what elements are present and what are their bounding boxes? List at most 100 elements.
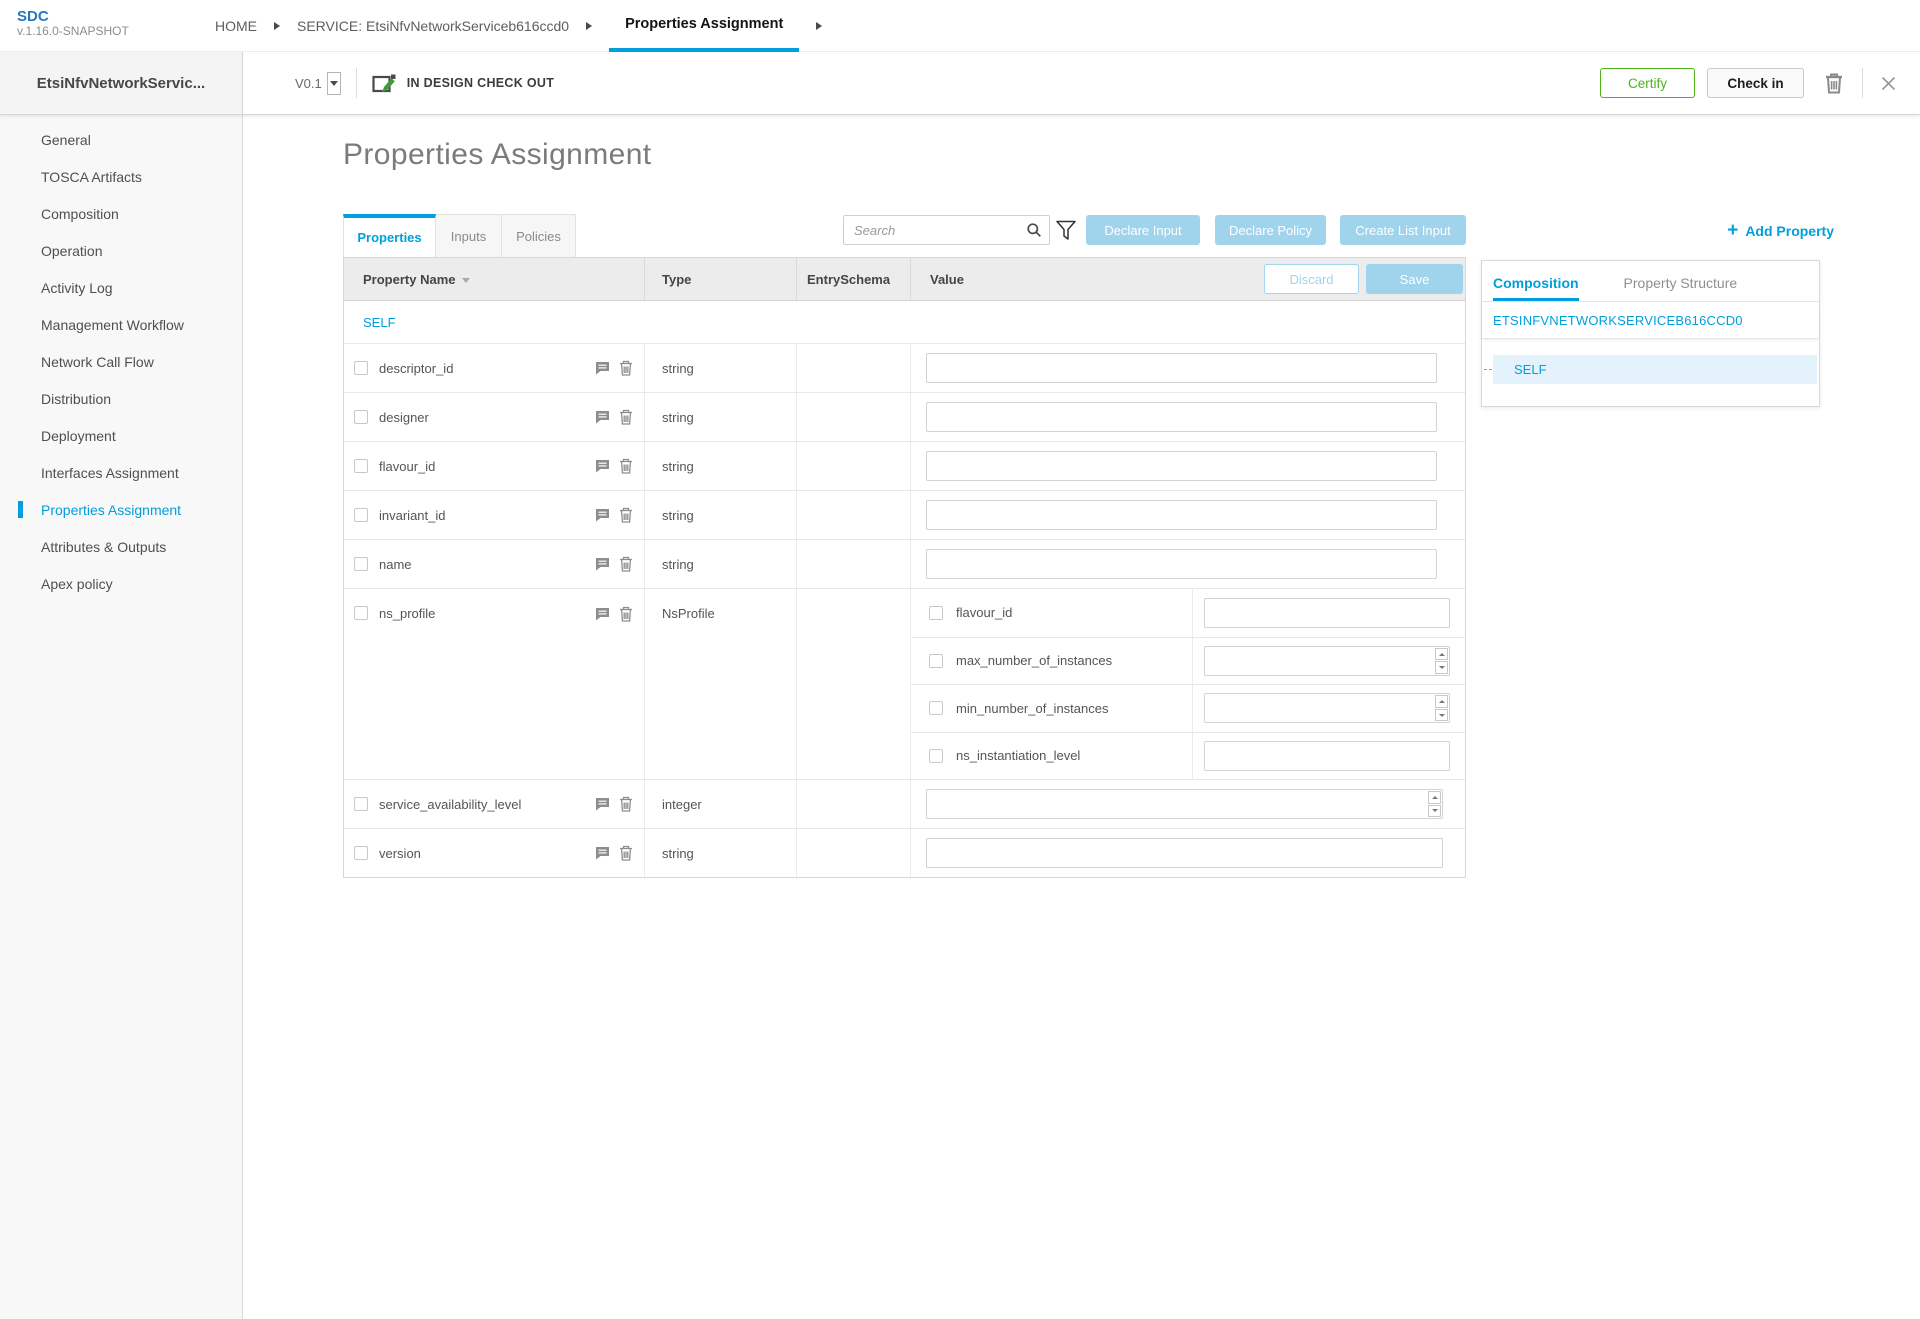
comment-icon[interactable] [595,508,610,522]
sidebar-item-attributes-outputs[interactable]: Attributes & Outputs [0,528,242,565]
property-type: integer [645,780,797,828]
comment-icon[interactable] [595,410,610,424]
discard-button[interactable]: Discard [1264,264,1359,294]
certify-button[interactable]: Certify [1600,68,1695,98]
search-icon[interactable] [1026,222,1042,243]
sidebar-item-apex-policy[interactable]: Apex policy [0,565,242,602]
delete-service-icon[interactable] [1824,72,1844,94]
check-in-button[interactable]: Check in [1707,68,1804,98]
add-property-button[interactable]: + Add Property [1727,221,1834,240]
sidebar-item-deployment[interactable]: Deployment [0,417,242,454]
row-checkbox[interactable] [354,606,368,620]
delete-property-icon[interactable] [619,606,633,622]
sidebar-item-general[interactable]: General [0,121,242,158]
close-icon[interactable] [1881,76,1896,91]
sidebar-item-distribution[interactable]: Distribution [0,380,242,417]
sidebar-item-activity-log[interactable]: Activity Log [0,269,242,306]
sidebar-item-label: Activity Log [41,280,113,296]
tab-property-structure[interactable]: Property Structure [1624,275,1738,301]
app-version: v.1.16.0-SNAPSHOT [17,25,129,39]
self-group-row[interactable]: SELF [344,301,1465,344]
value-input[interactable] [1204,741,1450,771]
value-input[interactable] [926,549,1437,579]
declare-policy-button[interactable]: Declare Policy [1215,215,1326,245]
declare-input-button[interactable]: Declare Input [1086,215,1200,245]
value-number-input[interactable] [1204,693,1450,723]
save-button[interactable]: Save [1366,264,1463,294]
delete-property-icon[interactable] [619,360,633,376]
row-checkbox[interactable] [354,797,368,811]
delete-property-icon[interactable] [619,458,633,474]
entry-schema-cell [797,442,911,490]
row-checkbox[interactable] [354,557,368,571]
breadcrumb-service[interactable]: SERVICE: EtsiNfvNetworkServiceb616ccd0 [297,0,569,52]
sidebar-item-properties-assignment[interactable]: Properties Assignment [0,491,242,528]
delete-property-icon[interactable] [619,796,633,812]
comment-icon[interactable] [595,846,610,860]
tab-composition[interactable]: Composition [1493,275,1579,301]
property-row: service_availability_level integer [344,780,1465,829]
breadcrumb-properties-assignment[interactable]: Properties Assignment [609,0,799,52]
delete-property-icon[interactable] [619,409,633,425]
comment-icon[interactable] [595,557,610,571]
row-checkbox[interactable] [354,410,368,424]
value-number-input[interactable] [1204,646,1450,676]
comment-icon[interactable] [595,797,610,811]
sidebar-item-composition[interactable]: Composition [0,195,242,232]
sidebar-item-label: Attributes & Outputs [41,539,166,555]
value-input[interactable] [926,353,1437,383]
breadcrumb-home[interactable]: HOME [215,0,257,52]
comment-icon[interactable] [595,607,610,621]
value-input[interactable] [926,451,1437,481]
row-checkbox[interactable] [354,846,368,860]
row-checkbox[interactable] [929,654,943,668]
property-row: name string [344,540,1465,589]
tree-item-self[interactable]: SELF [1493,355,1817,384]
column-header-property-name[interactable]: Property Name [344,258,645,300]
top-bar: SDC v.1.16.0-SNAPSHOT HOME SERVICE: Etsi… [0,0,1920,52]
filter-icon[interactable] [1055,219,1077,247]
number-spinner[interactable] [1435,695,1448,721]
value-input[interactable] [926,838,1443,868]
value-input[interactable] [926,500,1437,530]
property-name: service_availability_level [379,797,521,812]
sidebar-item-interfaces-assignment[interactable]: Interfaces Assignment [0,454,242,491]
search-input[interactable] [843,215,1050,245]
properties-tabs: Properties Inputs Policies [343,214,576,257]
row-checkbox[interactable] [929,701,943,715]
value-input[interactable] [926,402,1437,432]
row-checkbox[interactable] [354,361,368,375]
tab-inputs[interactable]: Inputs [436,214,502,257]
property-name: descriptor_id [379,361,453,376]
create-list-input-button[interactable]: Create List Input [1340,215,1466,245]
value-input[interactable] [1204,598,1450,628]
tree-branch-line [1484,369,1492,370]
row-checkbox[interactable] [354,459,368,473]
tab-properties[interactable]: Properties [343,214,436,257]
component-link[interactable]: ETSINFVNETWORKSERVICEB616CCD0 [1482,302,1819,339]
tab-policies[interactable]: Policies [502,214,576,257]
sort-icon[interactable] [462,278,470,283]
sidebar-item-management-workflow[interactable]: Management Workflow [0,306,242,343]
number-spinner[interactable] [1428,791,1441,817]
delete-property-icon[interactable] [619,845,633,861]
value-number-input[interactable] [926,789,1443,819]
sidebar-item-label: Distribution [41,391,111,407]
property-row: version string [344,829,1465,877]
comment-icon[interactable] [595,459,610,473]
sidebar-item-network-call-flow[interactable]: Network Call Flow [0,343,242,380]
delete-property-icon[interactable] [619,507,633,523]
comment-icon[interactable] [595,361,610,375]
row-checkbox[interactable] [929,749,943,763]
row-checkbox[interactable] [929,606,943,620]
sidebar-item-operation[interactable]: Operation [0,232,242,269]
sub-property-name: flavour_id [956,605,1012,620]
sidebar-item-label: Operation [41,243,102,259]
sdc-logo[interactable]: SDC v.1.16.0-SNAPSHOT [17,8,129,39]
sidebar-item-tosca-artifacts[interactable]: TOSCA Artifacts [0,158,242,195]
header-actions: Certify Check in [1600,68,1896,98]
number-spinner[interactable] [1435,648,1448,674]
delete-property-icon[interactable] [619,556,633,572]
version-dropdown[interactable] [327,72,341,95]
row-checkbox[interactable] [354,508,368,522]
